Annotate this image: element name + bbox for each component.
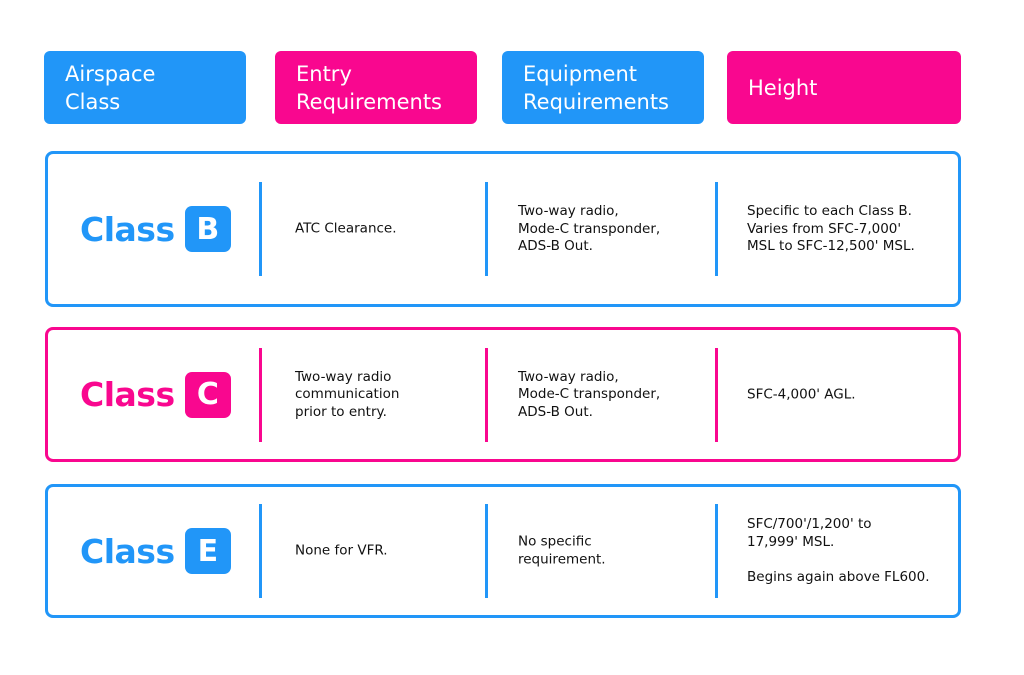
class-label: Class E — [80, 528, 231, 574]
class-word: Class — [80, 209, 175, 249]
class-letter-badge: C — [184, 371, 231, 418]
column-divider — [715, 504, 718, 598]
header-label: Equipment Requirements — [523, 61, 669, 114]
height-cell: SFC/700'/1,200' to 17,999' MSL. Begins a… — [747, 516, 930, 585]
column-divider — [715, 182, 718, 276]
equipment-requirements-cell: Two-way radio, Mode-C transponder, ADS-B… — [518, 202, 661, 254]
class-word: Class — [80, 375, 175, 414]
header-equipment-requirements: Equipment Requirements — [502, 51, 704, 124]
header-label: Height — [748, 75, 818, 100]
equipment-requirements-cell: No specific requirement. — [518, 533, 606, 568]
column-divider — [485, 347, 488, 442]
entry-requirements-cell: ATC Clearance. — [295, 220, 397, 237]
row-class-c: Class C Two-way radio communication prio… — [45, 327, 961, 462]
column-divider — [485, 182, 488, 276]
class-letter-badge: B — [184, 206, 231, 252]
entry-requirements-cell: None for VFR. — [295, 542, 388, 559]
row-class-b: Class B ATC Clearance. Two-way radio, Mo… — [45, 151, 961, 307]
height-cell: Specific to each Class B. Varies from SF… — [747, 202, 915, 254]
header-label: Airspace Class — [65, 61, 156, 114]
equipment-requirements-cell: Two-way radio, Mode-C transponder, ADS-B… — [518, 368, 661, 420]
height-cell: SFC-4,000' AGL. — [747, 385, 856, 402]
class-label: Class B — [80, 206, 231, 252]
header-label: Entry Requirements — [296, 61, 442, 114]
class-word: Class — [80, 531, 175, 571]
class-label: Class C — [80, 371, 231, 418]
column-divider — [715, 347, 718, 442]
column-divider — [485, 504, 488, 598]
row-class-e: Class E None for VFR. No specific requir… — [45, 484, 961, 618]
header-airspace-class: Airspace Class — [44, 51, 246, 124]
header-height: Height — [727, 51, 961, 124]
column-divider — [259, 347, 262, 442]
column-divider — [259, 182, 262, 276]
entry-requirements-cell: Two-way radio communication prior to ent… — [295, 368, 400, 420]
header-entry-requirements: Entry Requirements — [275, 51, 477, 124]
class-letter-badge: E — [184, 528, 231, 574]
column-divider — [259, 504, 262, 598]
